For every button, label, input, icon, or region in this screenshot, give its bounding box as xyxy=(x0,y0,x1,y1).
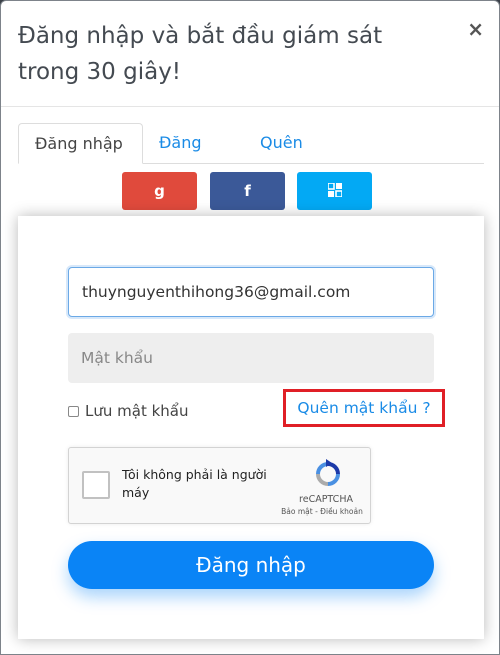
login-submit-button[interactable]: Đăng nhập xyxy=(68,541,434,589)
google-login-button[interactable]: g xyxy=(122,172,197,210)
recaptcha-label: Tôi không phải là người máy xyxy=(122,467,267,500)
login-modal: Đăng nhập và bắt đầu giám sát trong 30 g… xyxy=(0,0,500,655)
recaptcha-widget: Tôi không phải là người máy reCAPTCHA Bả… xyxy=(68,447,371,524)
facebook-icon: f xyxy=(244,182,251,200)
tab-login[interactable]: Đăng nhập xyxy=(18,123,143,164)
windows-icon xyxy=(326,182,343,198)
forgot-password-link[interactable]: Quên mật khẩu ? xyxy=(283,389,445,427)
close-icon[interactable]: × xyxy=(467,17,484,41)
password-field[interactable] xyxy=(68,333,434,383)
recaptcha-checkbox[interactable] xyxy=(82,471,110,499)
tab-register[interactable]: Đăng ký xyxy=(143,123,238,192)
email-field[interactable] xyxy=(68,267,434,317)
facebook-login-button[interactable]: f xyxy=(210,172,285,210)
remember-password[interactable]: Lưu mật khẩu xyxy=(68,401,188,421)
recaptcha-icon xyxy=(316,459,340,486)
modal-title: Đăng nhập và bắt đầu giám sát trong 30 g… xyxy=(18,23,383,85)
remember-checkbox[interactable] xyxy=(68,405,79,417)
recaptcha-brand: reCAPTCHA xyxy=(299,494,353,505)
login-form: Lưu mật khẩu Quên mật khẩu ? Tôi không p… xyxy=(18,216,484,639)
modal-header: Đăng nhập và bắt đầu giám sát trong 30 g… xyxy=(1,1,499,107)
recaptcha-terms-link[interactable]: Bảo mật - Điều khoản xyxy=(277,507,367,516)
auth-tabs: Đăng nhập Đăng ký Quên MK xyxy=(18,123,484,192)
microsoft-login-button[interactable] xyxy=(297,172,372,210)
google-icon: g xyxy=(154,182,165,200)
tab-forgot-password[interactable]: Quên MK xyxy=(244,123,344,192)
remember-label: Lưu mật khẩu xyxy=(85,402,189,420)
